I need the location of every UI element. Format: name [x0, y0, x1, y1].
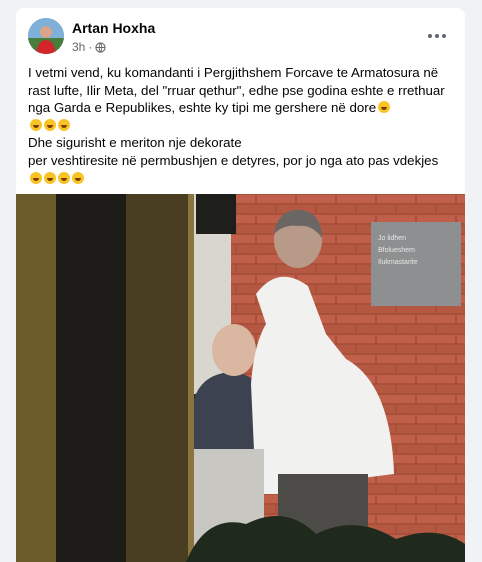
- post-time[interactable]: 3h: [72, 40, 85, 54]
- door-panel: [126, 194, 188, 562]
- tongue-emoji-icon: [72, 171, 84, 184]
- rofl-emoji-icon: [378, 101, 391, 114]
- left-door-frame: [16, 194, 56, 562]
- author-name[interactable]: Artan Hoxha: [72, 20, 155, 36]
- rofl-emoji-icon: [30, 118, 42, 131]
- sign-text-1: Jo lidhen: [378, 235, 406, 242]
- post-text-line: I vetmi vend, ku komandanti i Pergjithsh…: [28, 65, 445, 116]
- tongue-emoji-icon: [58, 171, 70, 184]
- door-edge: [188, 194, 194, 562]
- more-options-button[interactable]: [423, 24, 451, 48]
- window-dark: [196, 194, 236, 234]
- rofl-emoji-icon: [44, 118, 56, 131]
- meta-separator: ·: [88, 40, 93, 54]
- emoji-row: [28, 117, 458, 135]
- globe-icon: [95, 41, 106, 53]
- more-dots-icon: [428, 34, 432, 38]
- tongue-emoji-icon: [30, 171, 42, 184]
- post-meta: 3h ·: [72, 40, 106, 54]
- post-text: I vetmi vend, ku komandanti i Pergjithsh…: [28, 64, 458, 187]
- seated-man-head: [212, 324, 256, 376]
- post-photo[interactable]: Jo lidhen Bfolueshem Ilukmastarite: [16, 194, 465, 562]
- post-card: Artan Hoxha 3h · I vetmi vend, ku komand…: [16, 8, 465, 562]
- sign-text-3: Ilukmastarite: [378, 259, 418, 266]
- tongue-emoji-icon: [44, 171, 56, 184]
- emoji-row: [28, 170, 458, 188]
- sign-text-2: Bfolueshem: [378, 247, 415, 254]
- dark-doorway: [56, 194, 126, 562]
- post-text-line: Dhe sigurisht e meriton nje dekorate: [28, 135, 242, 151]
- avatar-image: [28, 18, 64, 54]
- author-avatar[interactable]: [28, 18, 64, 54]
- post-header: Artan Hoxha 3h ·: [28, 18, 453, 60]
- rofl-emoji-icon: [58, 118, 70, 131]
- post-text-line: per veshtiresite në permbushjen e detyre…: [28, 152, 439, 168]
